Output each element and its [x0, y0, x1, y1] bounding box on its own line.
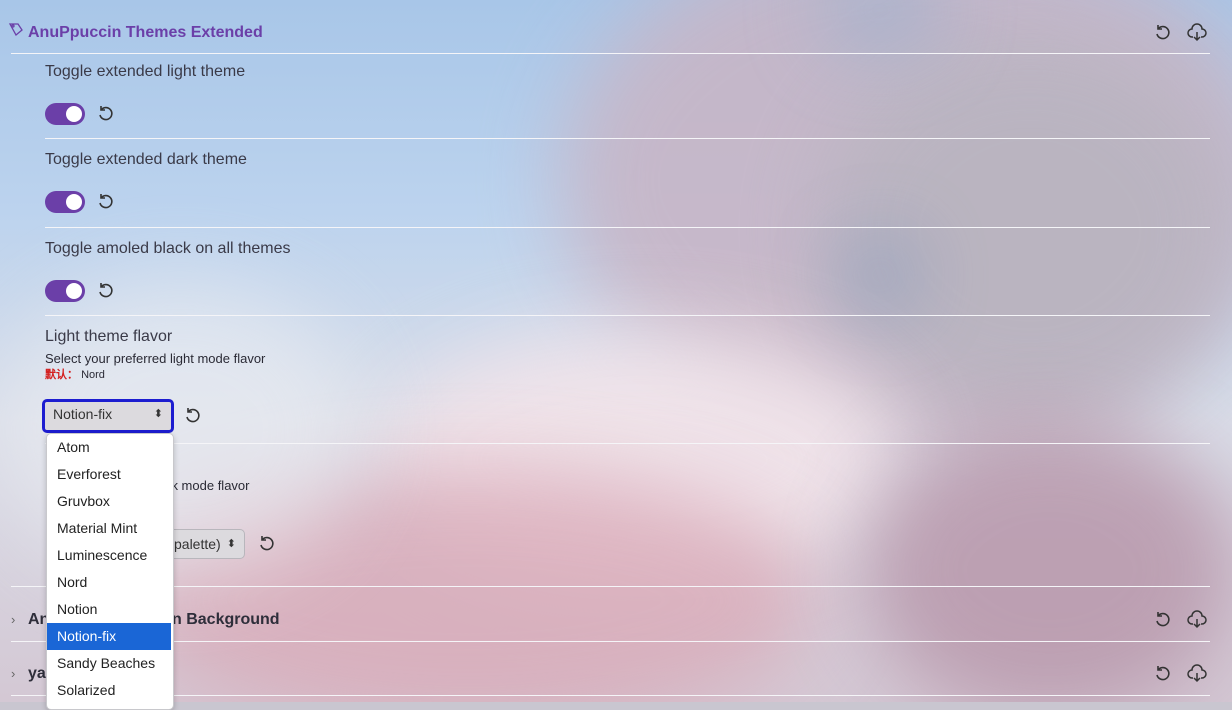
- setting-label: Toggle extended dark theme: [45, 151, 247, 168]
- reset-icon[interactable]: [96, 281, 116, 301]
- reset-icon[interactable]: [1153, 23, 1173, 43]
- light-flavor-select[interactable]: Notion-fix ⬍: [42, 399, 174, 433]
- setting-description: Select your preferred light mode flavor: [45, 351, 266, 366]
- reset-icon[interactable]: [96, 104, 116, 124]
- dropdown-option[interactable]: Atom: [47, 434, 171, 461]
- section-title-tail[interactable]: n Background: [172, 610, 280, 630]
- divider: [45, 315, 1210, 316]
- settings-page: AnuPpuccin Themes Extended Toggle extend…: [0, 0, 1232, 710]
- divider: [45, 227, 1210, 228]
- reset-icon[interactable]: [96, 192, 116, 212]
- setting-label: Toggle amoled black on all themes: [45, 240, 291, 257]
- chevron-right-icon[interactable]: ›: [11, 612, 15, 627]
- amoled-toggle[interactable]: [45, 280, 85, 302]
- cloud-download-icon[interactable]: [1187, 610, 1207, 630]
- plugin-icon: [8, 21, 24, 37]
- dropdown-option[interactable]: Notion: [47, 596, 171, 623]
- chevron-up-down-icon: ⬍: [153, 408, 163, 420]
- dropdown-option[interactable]: Sandy Beaches: [47, 650, 171, 677]
- reset-icon[interactable]: [183, 406, 203, 426]
- plugin-title: AnuPpuccin Themes Extended: [28, 24, 263, 41]
- divider: [45, 443, 1210, 444]
- divider: [11, 695, 1210, 696]
- section-title[interactable]: ya: [28, 664, 46, 684]
- dropdown-option[interactable]: Solarized: [47, 677, 171, 704]
- chevron-right-icon[interactable]: ›: [11, 666, 15, 681]
- dropdown-option[interactable]: Luminescence: [47, 542, 171, 569]
- divider: [45, 138, 1210, 139]
- divider: [11, 586, 1210, 587]
- default-value: 默认： Nord: [45, 369, 105, 381]
- divider: [11, 53, 1210, 54]
- setting-label: Toggle extended light theme: [45, 63, 246, 80]
- dropdown-option-selected[interactable]: Notion-fix: [47, 623, 171, 650]
- cloud-download-icon[interactable]: [1187, 664, 1207, 684]
- reset-icon[interactable]: [257, 534, 277, 554]
- extended-dark-toggle[interactable]: [45, 191, 85, 213]
- flavor-dropdown-list: Atom Everforest Gruvbox Material Mint Lu…: [46, 433, 174, 710]
- cloud-download-icon[interactable]: [1187, 23, 1207, 43]
- chevron-up-down-icon: ⬍: [226, 538, 236, 550]
- reset-icon[interactable]: [1153, 610, 1173, 630]
- dropdown-option[interactable]: Material Mint: [47, 515, 171, 542]
- extended-light-toggle[interactable]: [45, 103, 85, 125]
- dropdown-option[interactable]: Nord: [47, 569, 171, 596]
- dropdown-option[interactable]: Everforest: [47, 461, 171, 488]
- reset-icon[interactable]: [1153, 664, 1173, 684]
- dropdown-option[interactable]: Gruvbox: [47, 488, 171, 515]
- divider: [11, 641, 1210, 642]
- setting-label: Light theme flavor: [45, 328, 173, 345]
